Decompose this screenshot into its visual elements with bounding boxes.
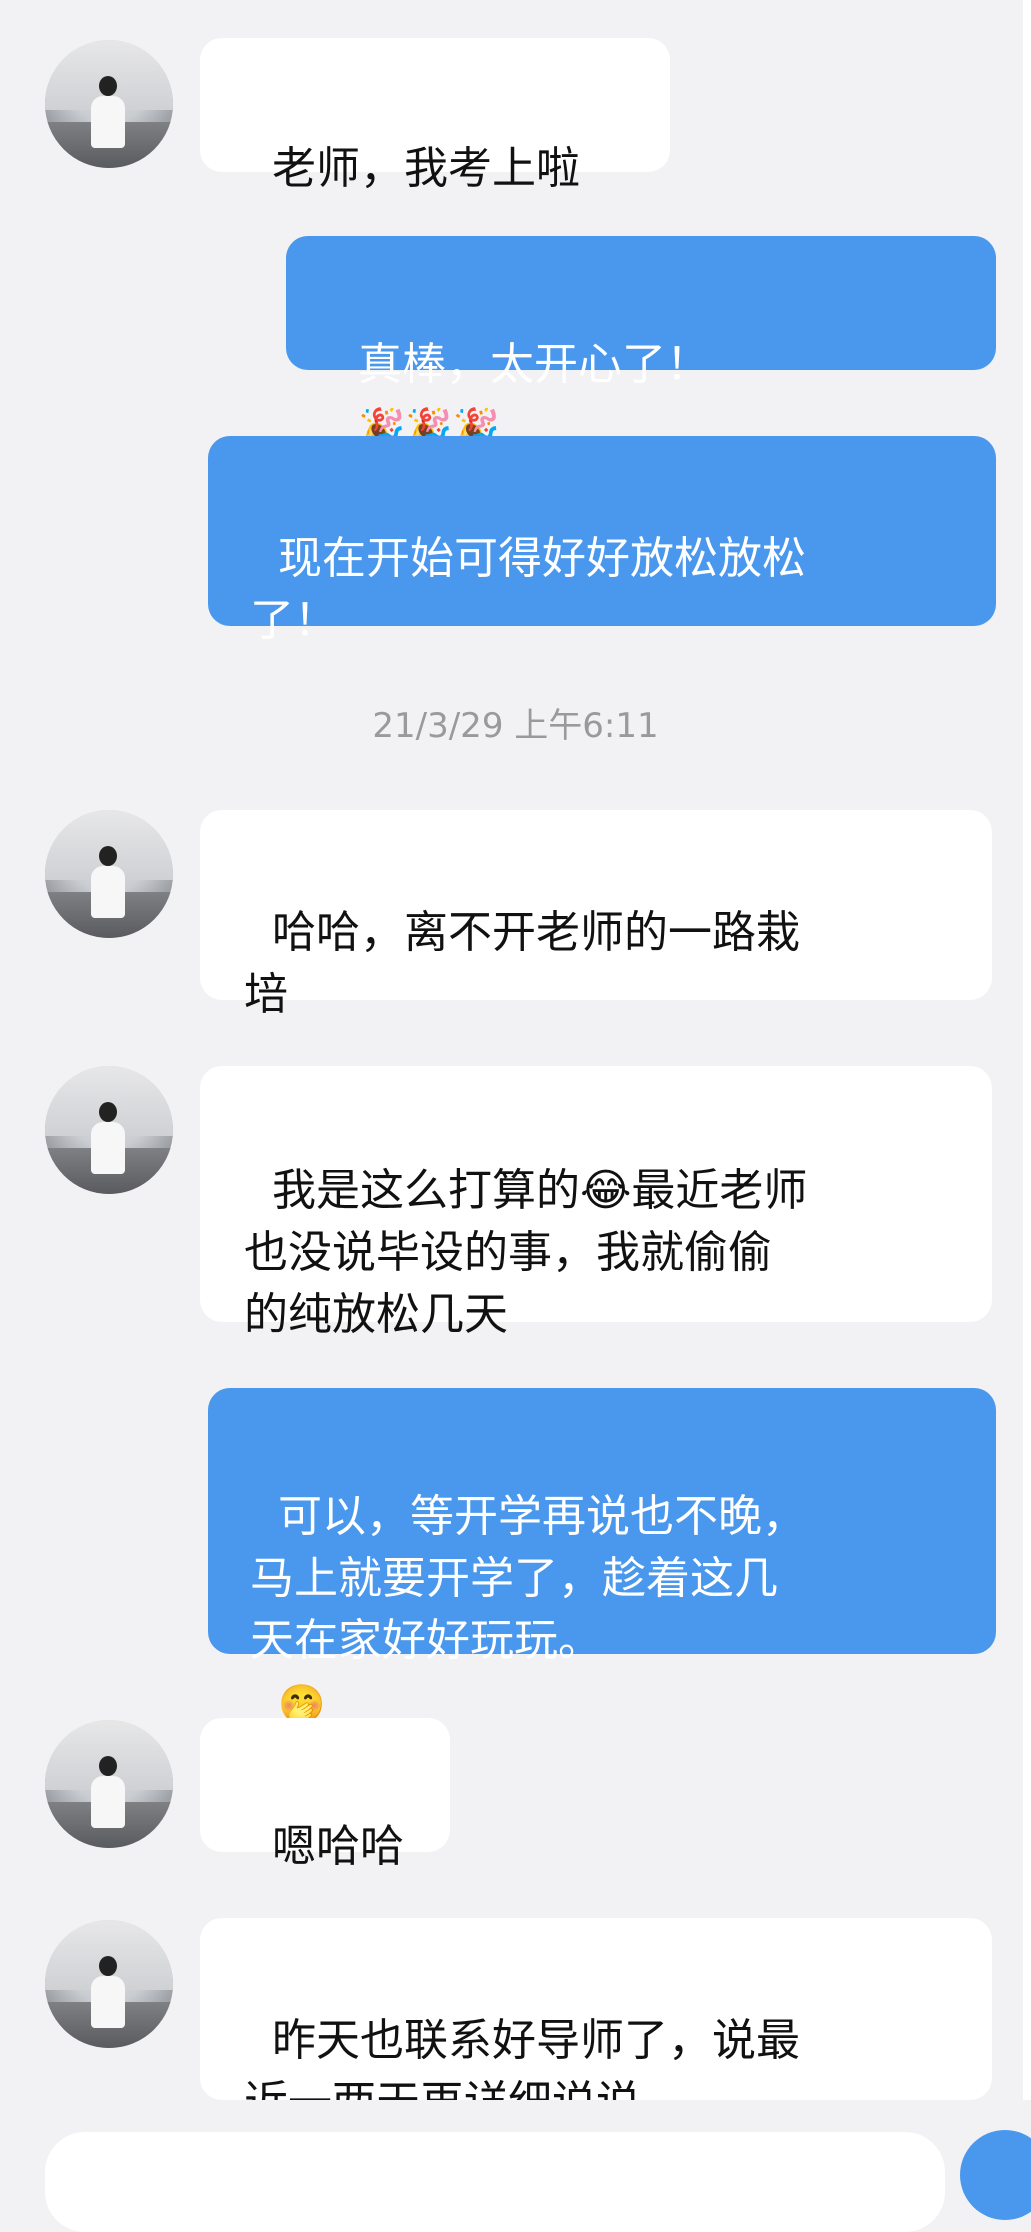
message-bubble[interactable]: 老师，我考上啦 [200, 38, 670, 194]
message-bubble[interactable]: 嗯哈哈 [200, 1718, 450, 1872]
message-bubble[interactable]: 可以，等开学再说也不晚， 马上就要开学了，趁着这几 天在家好好玩玩。 🤭 [208, 1388, 996, 1726]
message-bubble[interactable]: 昨天也联系好导师了，说最 近一两天再详细说说 [200, 1918, 992, 2128]
avatar[interactable] [45, 1066, 173, 1194]
message-text: 哈哈，离不开老师的一路栽 培 [244, 907, 800, 1020]
message-text: 现在开始可得好好放松放松 了！ [250, 533, 806, 646]
message-input[interactable] [45, 2132, 945, 2232]
avatar[interactable] [45, 40, 173, 168]
message-text: 真棒，太开心了！ [357, 339, 710, 390]
avatar[interactable] [45, 1920, 173, 2048]
message-bubble[interactable]: 现在开始可得好好放松放松 了！ [208, 436, 996, 646]
message-text: 嗯哈哈 [271, 1821, 404, 1872]
timestamp: 21/3/29 上午6:11 [372, 706, 659, 746]
message-text: 可以，等开学再说也不晚， 马上就要开学了，趁着这几 天在家好好玩玩。 [250, 1491, 806, 1666]
message-bubble[interactable]: 我是这么打算的😂最近老师 也没说毕设的事，我就偷偷 的纯放松几天 [200, 1066, 992, 1340]
avatar[interactable] [45, 1720, 173, 1848]
right-edge-strip [1023, 0, 1031, 2209]
message-text: 老师，我考上啦 [271, 143, 580, 194]
avatar[interactable] [45, 810, 173, 938]
message-bubble[interactable]: 哈哈，离不开老师的一路栽 培 [200, 810, 992, 1020]
message-bubble[interactable]: 真棒，太开心了！ 🎉🎉🎉 [286, 236, 996, 450]
message-text: 我是这么打算的😂最近老师 也没说毕设的事，我就偷偷 的纯放松几天 [244, 1165, 808, 1340]
